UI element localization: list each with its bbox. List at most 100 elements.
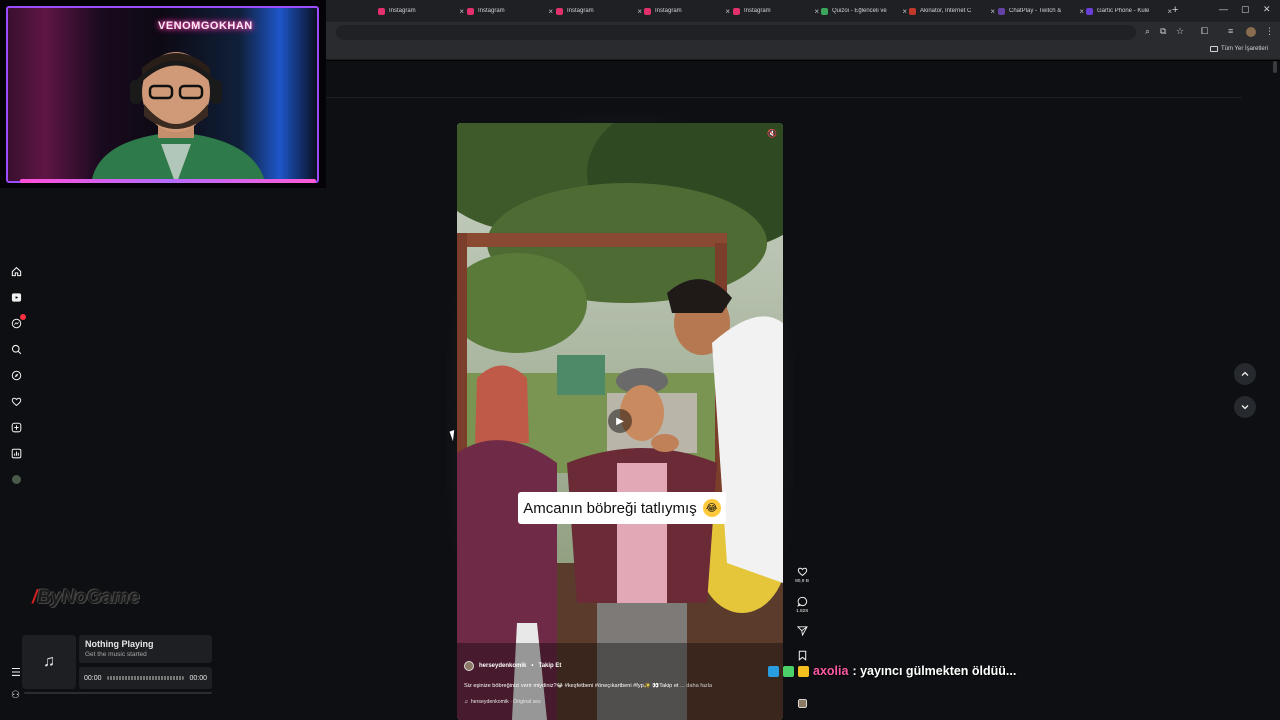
music-player-widget: ♫ Nothing Playing Get the music started …	[22, 635, 212, 694]
mute-icon[interactable]: 🔇	[767, 129, 777, 138]
sidebar-item-reels[interactable]	[6, 287, 26, 307]
sidebar-item-dashboard[interactable]	[6, 443, 26, 463]
reel-video[interactable]: 🔇 ▶ Amcanın böbreği tatlıymış 😂 herseyde…	[457, 123, 783, 720]
extensions-icon[interactable]: ⧠	[1201, 26, 1208, 37]
send-icon	[796, 626, 808, 636]
browser-tab[interactable]: Gartic Phone - Kule ×	[1086, 3, 1172, 19]
stream-chat-message: axolia : yayıncı gülmekten öldüü...	[768, 661, 1016, 681]
music-note-small-icon: ♫	[464, 699, 468, 705]
like-button[interactable]: 80,9 B	[791, 566, 813, 584]
media-icon[interactable]: ≡	[1228, 26, 1233, 36]
tab-close-icon[interactable]: ×	[814, 7, 819, 16]
webcam-frame: VENOMGOKHAN	[6, 6, 319, 183]
neon-sign: VENOMGOKHAN	[158, 20, 253, 32]
tab-close-icon[interactable]: ×	[1079, 7, 1084, 16]
comment-button[interactable]: 1.828	[791, 596, 813, 614]
browser-tab[interactable]: Instagram ×	[467, 3, 553, 19]
tab-label: Instagram	[744, 8, 771, 14]
sidebar-item-create[interactable]	[6, 417, 26, 437]
tab-label: Instagram	[389, 8, 416, 14]
reel-meta: herseydenkomik • Takip Et Siz eşinize bö…	[464, 661, 774, 705]
sidebar-item-explore[interactable]	[6, 365, 26, 385]
previous-reel-button[interactable]	[1234, 363, 1256, 385]
address-bar[interactable]	[336, 25, 1136, 40]
tab-close-icon[interactable]: ×	[637, 7, 642, 16]
save-button[interactable]	[791, 650, 813, 661]
play-button[interactable]: ▶	[608, 409, 632, 433]
tab-label: ChatPlay - Twitch &	[1009, 8, 1062, 14]
reel-audio[interactable]: ♫ herseydenkomik · Original ses	[464, 699, 774, 705]
new-tab-button[interactable]: +	[1172, 4, 1178, 16]
laughing-emoji-icon: 😂	[702, 499, 721, 517]
browser-tab[interactable]: Instagram ×	[644, 3, 730, 19]
follow-button[interactable]: Takip Et	[538, 663, 561, 669]
sidebar-item-notifications[interactable]	[6, 391, 26, 411]
bookmark-star-icon[interactable]: ☆	[1176, 26, 1184, 37]
sidebar-item-search[interactable]	[6, 339, 26, 359]
webcam-glow-bar	[20, 179, 316, 183]
music-underline	[24, 692, 212, 694]
subtitle-text: Amcanın böbreği tatlıymış	[523, 499, 697, 517]
tab-favicon-icon	[909, 7, 916, 15]
close-window-icon[interactable]: ✕	[1263, 4, 1271, 15]
explore-icon	[11, 370, 21, 380]
tab-label: Instagram	[655, 8, 682, 14]
browser-tab[interactable]: Instagram ×	[378, 3, 464, 19]
webcam-overlay: VENOMGOKHAN	[0, 0, 326, 188]
browser-menu-icon[interactable]: ⋮	[1265, 26, 1274, 37]
browser-tab[interactable]: Quizoi - Eğlenceli ve ×	[821, 3, 907, 19]
author-avatar[interactable]	[464, 661, 474, 671]
sidebar-item-home[interactable]	[6, 261, 26, 281]
more-menu-icon[interactable]: ☰	[11, 666, 21, 679]
tab-close-icon[interactable]: ×	[548, 7, 553, 16]
search-icon	[11, 344, 21, 354]
tab-close-icon[interactable]: ×	[459, 7, 464, 16]
sidebar-item-profile[interactable]	[6, 469, 26, 489]
chat-badge-icon	[768, 665, 779, 677]
chevron-up-icon	[1241, 371, 1249, 376]
reels-icon	[11, 292, 21, 302]
sidebar-item-messages[interactable]	[6, 313, 26, 333]
profile-avatar-icon[interactable]	[1246, 27, 1256, 37]
tab-favicon-icon	[644, 7, 651, 15]
notification-badge	[20, 314, 26, 320]
browser-tab[interactable]: Instagram ×	[733, 3, 819, 19]
browser-tab[interactable]: Instagram ×	[556, 3, 642, 19]
scrollbar[interactable]	[1273, 61, 1277, 73]
caption-text: Siz eşinize böbreğinizi verir miydiniz?😂…	[464, 683, 681, 689]
tab-favicon-icon	[467, 7, 474, 15]
chevron-down-icon	[1241, 405, 1249, 410]
tab-close-icon[interactable]: ×	[902, 7, 907, 16]
reel-caption: Siz eşinize böbreğinizi verir miydiniz?😂…	[464, 683, 774, 689]
share-button[interactable]	[791, 625, 813, 636]
maximize-icon[interactable]: ▢	[1241, 4, 1250, 15]
music-progress-bar[interactable]	[106, 676, 185, 680]
messages-icon	[11, 318, 21, 328]
audio-thumbnail-icon	[797, 698, 807, 709]
install-icon[interactable]: ⧉	[1160, 26, 1166, 37]
heart-icon	[11, 397, 21, 406]
browser-tab[interactable]: Akinator, İnternet C ×	[909, 3, 995, 19]
caption-more-link[interactable]: ... daha fazla	[680, 683, 712, 689]
profile-avatar	[11, 474, 21, 484]
next-reel-button[interactable]	[1234, 396, 1256, 418]
tab-close-icon[interactable]: ×	[990, 7, 995, 16]
author-username[interactable]: herseydenkomik	[479, 663, 526, 669]
all-bookmarks-button[interactable]: Tüm Yer İşaretleri	[1209, 46, 1268, 52]
zoom-icon[interactable]: ⌕	[1145, 26, 1150, 37]
tab-label: Akinator, İnternet C	[920, 8, 972, 14]
tab-label: Gartic Phone - Kule	[1097, 8, 1150, 14]
tab-label: Quizoi - Eğlenceli ve	[832, 8, 887, 14]
browser-tab[interactable]: ChatPlay - Twitch & ×	[998, 3, 1084, 19]
apps-icon[interactable]: ⚇	[11, 690, 20, 701]
chat-badge-icon	[783, 665, 794, 677]
tab-favicon-icon	[821, 7, 828, 15]
tab-favicon-icon	[733, 7, 740, 15]
music-note-icon[interactable]: ♫	[22, 635, 76, 689]
tab-favicon-icon	[998, 7, 1005, 15]
tab-close-icon[interactable]: ×	[725, 7, 730, 16]
home-icon	[11, 266, 21, 276]
reel-audio-thumb[interactable]	[791, 698, 813, 709]
minimize-icon[interactable]: —	[1219, 4, 1228, 14]
comment-count: 1.828	[795, 609, 808, 614]
